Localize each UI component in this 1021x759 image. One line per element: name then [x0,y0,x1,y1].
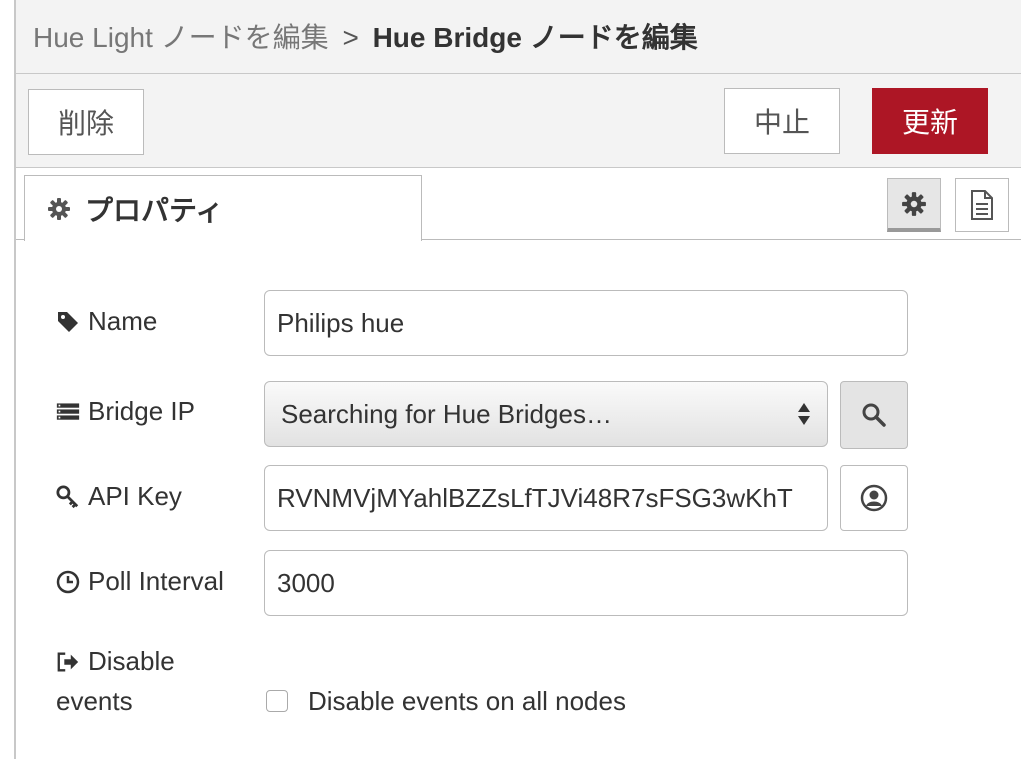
tab-properties-label: プロパティ [85,194,224,226]
bridge-ip-label: Bridge IP [56,396,195,427]
name-label: Name [56,306,157,337]
poll-interval-label-text: Poll Interval [88,566,224,596]
name-label-text: Name [88,306,158,336]
tray-toolbar: 削除 中止 更新 [16,74,1021,168]
sign-out-icon [56,650,80,674]
bridge-ip-select[interactable]: Searching for Hue Bridges… [264,381,828,447]
clock-icon [56,570,80,594]
search-icon [861,402,887,428]
node-properties-tab-button[interactable] [887,178,941,232]
disable-events-checkbox[interactable] [266,690,288,712]
breadcrumb-separator: > [342,22,359,53]
tab-properties[interactable]: プロパティ [24,175,422,241]
gear-icon [901,191,927,217]
get-api-key-button[interactable] [840,465,908,531]
gear-icon [47,197,71,221]
edit-tray: Hue Light ノードを編集 > Hue Bridge ノードを編集 削除 … [14,0,1021,759]
disable-events-label-line2: events [56,686,133,716]
cancel-button[interactable]: 中止 [724,88,840,154]
disable-events-label: Disable [56,646,175,677]
tray-header: Hue Light ノードを編集 > Hue Bridge ノードを編集 [16,0,1021,74]
search-bridges-button[interactable] [840,381,908,449]
tag-icon [56,310,80,334]
name-input[interactable]: Philips hue [264,290,908,356]
select-arrows-icon [797,400,811,428]
tab-bar: プロパティ [16,168,1021,241]
poll-interval-input[interactable]: 3000 [264,550,908,616]
disable-events-label-line1: Disable [88,646,175,676]
poll-interval-label: Poll Interval [56,566,224,597]
breadcrumb: Hue Light ノードを編集 > Hue Bridge ノードを編集 [33,20,698,56]
update-button[interactable]: 更新 [872,88,988,154]
disable-events-label-line2-wrap: events [56,686,133,717]
api-key-label-text: API Key [88,481,182,511]
api-key-label: API Key [56,481,182,512]
server-icon [56,400,80,424]
breadcrumb-current: Hue Bridge ノードを編集 [372,22,698,53]
node-description-tab-button[interactable] [955,178,1009,232]
delete-button[interactable]: 削除 [28,89,144,155]
api-key-input[interactable]: RVNMVjMYahlBZZsLfTJVi48R7sFSG3wKhT [264,465,828,531]
file-text-icon [970,190,994,220]
key-icon [56,484,80,509]
bridge-ip-label-text: Bridge IP [88,396,195,426]
breadcrumb-parent[interactable]: Hue Light ノードを編集 [33,22,329,53]
disable-events-checkbox-label[interactable]: Disable events on all nodes [308,686,626,717]
user-circle-icon [860,484,888,512]
bridge-ip-selected-value: Searching for Hue Bridges… [281,398,612,429]
